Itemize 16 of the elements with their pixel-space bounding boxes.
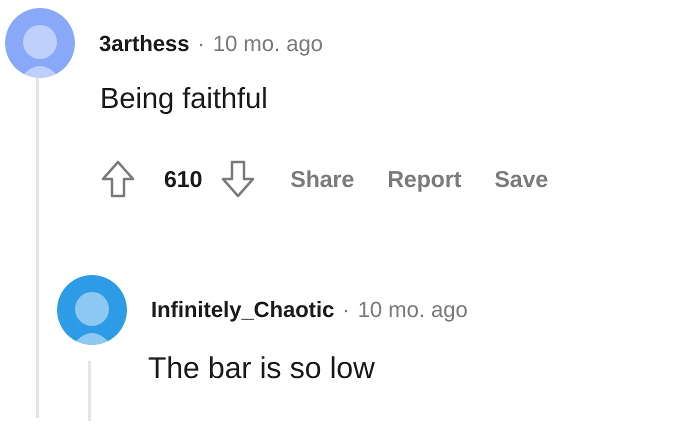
action-button[interactable]: Report (387, 162, 462, 196)
comment-text: The bar is so low (148, 350, 375, 387)
avatar[interactable] (5, 8, 75, 78)
avatar[interactable] (57, 274, 127, 345)
action-button[interactable]: Save (494, 162, 548, 196)
vote-count: 610 (164, 164, 202, 194)
comment-text: Being faithful (100, 82, 269, 117)
username[interactable]: Infinitely_Chaotic (151, 293, 334, 326)
username[interactable]: 3arthess (99, 26, 190, 60)
downvote-icon[interactable] (220, 158, 256, 199)
upvote-icon[interactable] (100, 158, 136, 199)
separator: · (342, 296, 350, 324)
action-button[interactable]: Share (290, 162, 354, 196)
timestamp: 10 mo. ago (358, 296, 468, 324)
separator: · (198, 30, 205, 58)
timestamp: 10 mo. ago (212, 30, 323, 58)
